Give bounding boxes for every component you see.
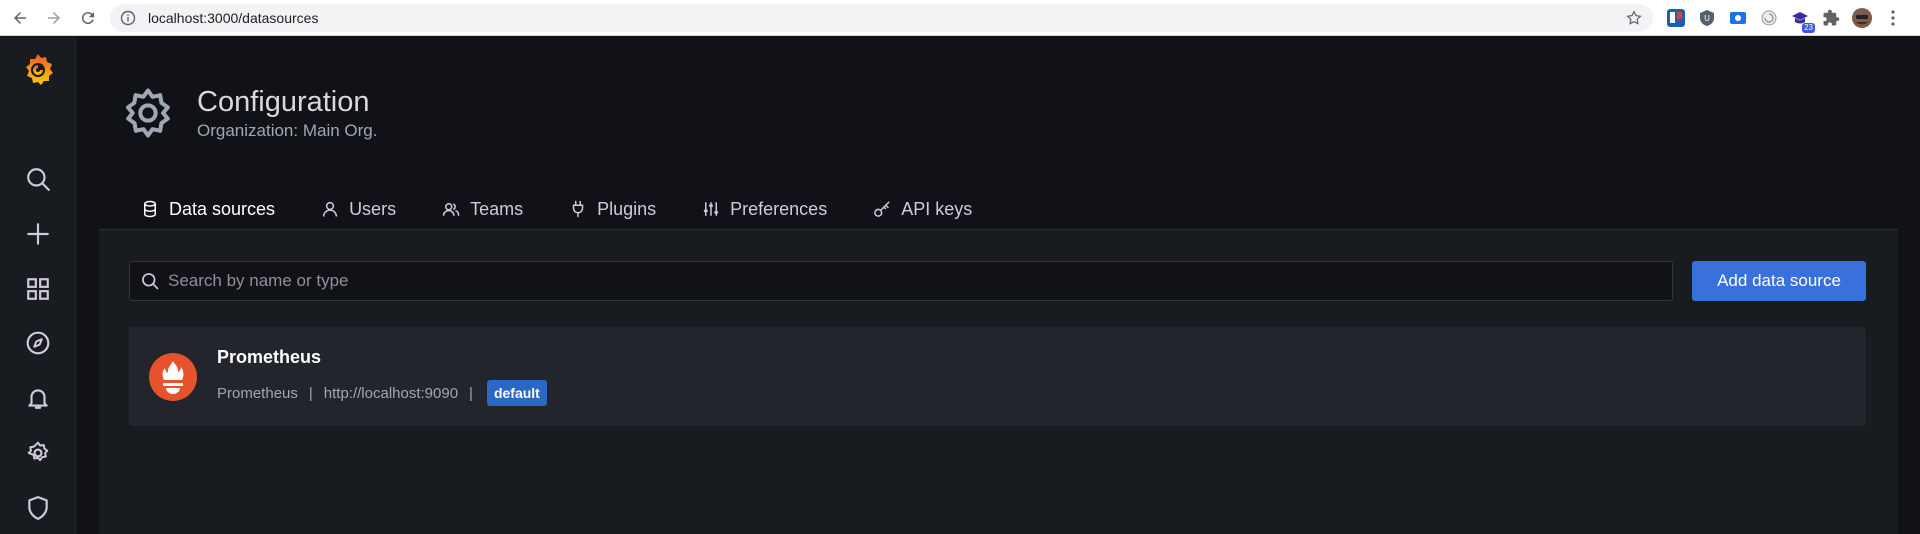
- explore-nav-item[interactable]: [24, 329, 52, 357]
- datasource-info: Prometheus Prometheus | http://localhost…: [217, 347, 547, 406]
- menu-kebab-icon[interactable]: [1882, 7, 1904, 29]
- search-icon: [27, 168, 50, 191]
- datasource-card[interactable]: Prometheus Prometheus | http://localhost…: [129, 327, 1866, 426]
- compass-icon: [26, 331, 50, 355]
- tab-bar: Data sources Users Teams Plugins Prefere…: [119, 187, 996, 235]
- reload-icon: [81, 11, 94, 24]
- tab-teams[interactable]: Teams: [420, 187, 547, 231]
- page-subtitle: Organization: Main Org.: [197, 121, 378, 140]
- tab-label: API keys: [901, 198, 973, 219]
- server-admin-nav-item[interactable]: [24, 494, 52, 522]
- arrow-right-icon: [48, 11, 60, 24]
- puzzle-icon[interactable]: [1820, 7, 1842, 29]
- database-icon: [144, 200, 156, 218]
- prometheus-logo-icon: [149, 352, 197, 401]
- avatar-icon[interactable]: [1851, 7, 1873, 29]
- datasource-url: http://localhost:9090: [323, 384, 459, 402]
- tab-label: Plugins: [597, 198, 657, 219]
- address-bar[interactable]: localhost:3000/datasources: [110, 4, 1653, 32]
- tab-users[interactable]: Users: [299, 187, 420, 231]
- tab-label: Data sources: [169, 198, 276, 219]
- tab-label: Users: [349, 198, 397, 219]
- tab-data-sources[interactable]: Data sources: [119, 187, 300, 235]
- configuration-gear-icon: [125, 88, 170, 138]
- default-badge: default: [486, 380, 547, 406]
- data-sources-panel: Add data source Prometheus Prometheus | …: [99, 230, 1898, 534]
- bell-icon: [28, 389, 48, 409]
- sliders-icon: [704, 202, 719, 216]
- url-text: localhost:3000/datasources: [148, 10, 319, 26]
- tab-label: Preferences: [730, 198, 828, 219]
- add-data-source-button[interactable]: Add data source: [1692, 261, 1866, 301]
- create-nav-item[interactable]: [24, 220, 52, 248]
- back-button[interactable]: [6, 4, 34, 32]
- separator: |: [469, 384, 473, 402]
- info-icon: [120, 10, 136, 26]
- extension-badge: 23: [1802, 23, 1815, 33]
- apps-icon: [27, 278, 49, 300]
- shield-icon: [28, 496, 48, 520]
- alerting-nav-item[interactable]: [24, 384, 52, 412]
- extensions-bar: U 23: [1665, 6, 1904, 33]
- search-field[interactable]: [129, 261, 1673, 301]
- tab-label: Teams: [470, 198, 524, 219]
- separator: |: [308, 384, 313, 402]
- sidebar: [0, 37, 76, 534]
- search-input[interactable]: [168, 271, 1672, 291]
- page-header: Configuration Organization: Main Org.: [121, 85, 377, 141]
- datasource-type: Prometheus: [217, 384, 298, 402]
- trello-icon[interactable]: [1665, 7, 1687, 29]
- graduation-cap-icon[interactable]: 23: [1789, 7, 1815, 33]
- main-content: Configuration Organization: Main Org. Da…: [77, 37, 1920, 534]
- tab-plugins[interactable]: Plugins: [547, 187, 680, 231]
- page-title: Configuration: [197, 86, 370, 118]
- key-icon: [874, 201, 890, 217]
- reload-button[interactable]: [74, 4, 102, 32]
- plus-icon: [27, 223, 49, 245]
- users-icon: [442, 203, 460, 216]
- screen-capture-icon[interactable]: [1727, 7, 1749, 29]
- shield-ext-icon[interactable]: U: [1696, 7, 1718, 29]
- tab-api-keys[interactable]: API keys: [851, 187, 996, 231]
- search-nav-item[interactable]: [24, 165, 52, 193]
- forward-button[interactable]: [40, 4, 68, 32]
- grafana-logo-icon[interactable]: [20, 51, 56, 87]
- datasource-meta: Prometheus | http://localhost:9090 | def…: [217, 380, 547, 406]
- user-icon: [322, 201, 338, 217]
- browser-toolbar: localhost:3000/datasources U 23: [0, 0, 1920, 36]
- tab-preferences[interactable]: Preferences: [680, 187, 851, 231]
- plug-icon: [572, 200, 584, 218]
- snail-icon[interactable]: [1758, 7, 1780, 29]
- gear-icon: [27, 441, 49, 462]
- arrow-left-icon: [14, 11, 26, 24]
- configuration-nav-item[interactable]: [24, 439, 52, 467]
- datasource-name: Prometheus: [217, 347, 322, 367]
- search-icon: [142, 273, 159, 290]
- svg-text:U: U: [1704, 14, 1710, 23]
- dashboards-nav-item[interactable]: [24, 275, 52, 303]
- bookmark-star-icon[interactable]: [1625, 9, 1643, 27]
